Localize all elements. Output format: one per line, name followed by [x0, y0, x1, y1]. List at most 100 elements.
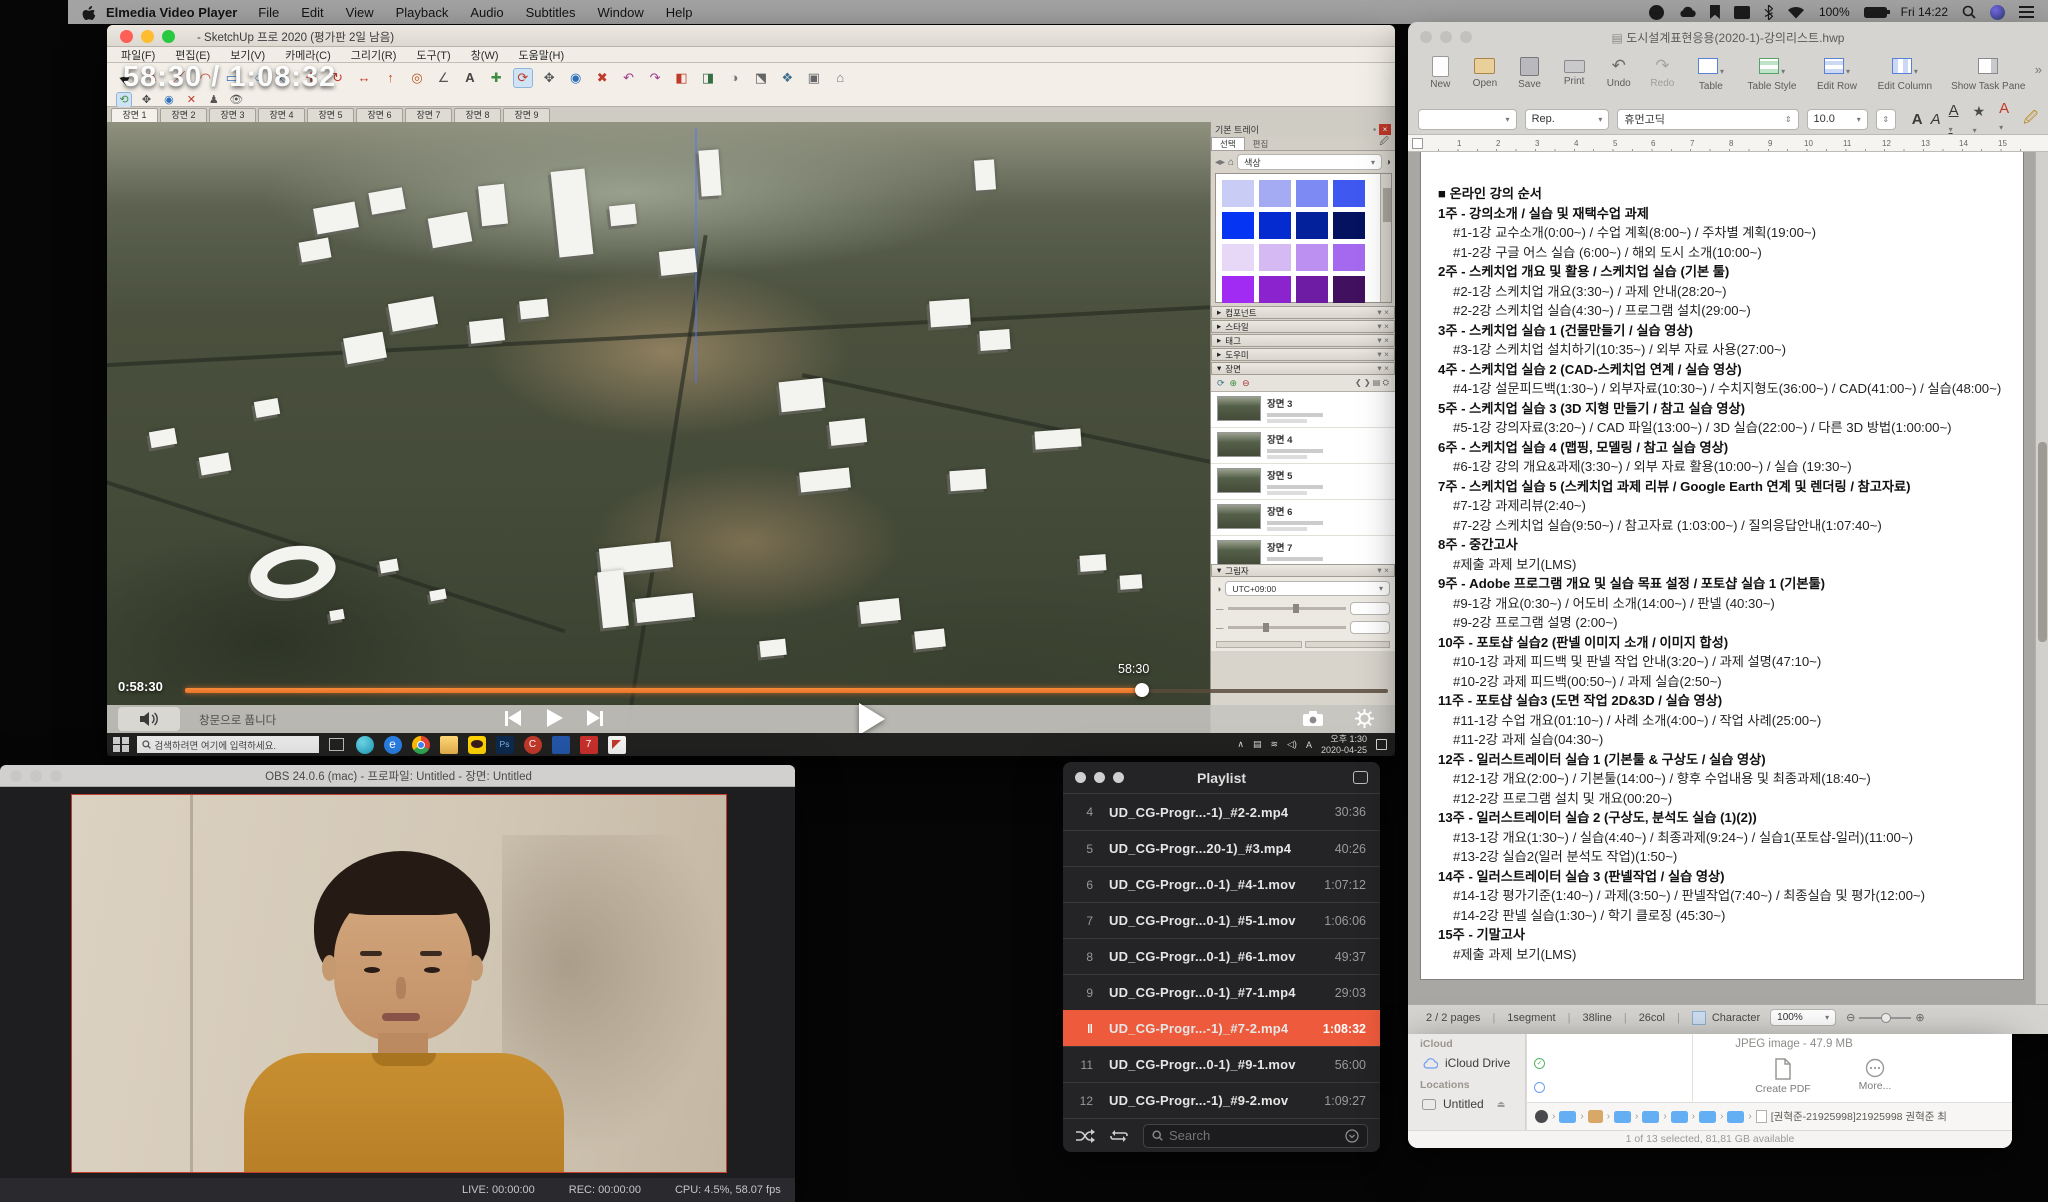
scene-tab-3[interactable]: 장면 3: [209, 108, 256, 122]
swatch[interactable]: [1259, 244, 1291, 271]
scene-tab-7[interactable]: 장면 7: [405, 108, 452, 122]
undo-button[interactable]: ↶Undo: [1596, 54, 1641, 89]
time-slider[interactable]: [1228, 607, 1347, 610]
prev-view-icon[interactable]: ↶: [619, 68, 639, 88]
playlist-item[interactable]: 12UD_CG-Progr...-1)_#9-2.mov1:09:27: [1063, 1082, 1380, 1118]
cloud-status-icon[interactable]: [1678, 6, 1696, 18]
scene-tab-8[interactable]: 장면 8: [454, 108, 501, 122]
tray-chevron-icon[interactable]: ∧: [1237, 739, 1244, 750]
notification-center-icon[interactable]: [2019, 6, 2034, 18]
swatch[interactable]: [1259, 276, 1291, 303]
swatch[interactable]: [1222, 276, 1254, 303]
table-button[interactable]: ▾Table: [1684, 54, 1738, 92]
swatch[interactable]: [1296, 212, 1328, 239]
orbit-tool-icon[interactable]: ⟳: [513, 68, 533, 88]
panel-instructor[interactable]: ▸도우미▾ ×: [1211, 348, 1395, 361]
scene-options-icons[interactable]: ❮ ❯ ▤ ⛭: [1355, 378, 1389, 388]
minimize-button[interactable]: [30, 770, 42, 782]
menu-audio[interactable]: Audio: [470, 5, 503, 20]
document-scrollbar[interactable]: [2035, 152, 2048, 1004]
menu-playback[interactable]: Playback: [396, 5, 449, 20]
swatch[interactable]: [1296, 276, 1328, 303]
menu-window[interactable]: Window: [597, 5, 643, 20]
tray-display-icon[interactable]: ▤: [1253, 739, 1262, 750]
shadow-toggle-icon[interactable]: ◑: [1216, 584, 1221, 594]
section-icon[interactable]: ⬔: [751, 68, 771, 88]
panel-shadows[interactable]: ▾그림자▾ ×: [1211, 564, 1395, 577]
scene-remove-icon[interactable]: ⊖: [1242, 378, 1250, 389]
red-app-icon[interactable]: 7: [580, 736, 598, 754]
tray-paint-icon[interactable]: ◑: [1385, 157, 1391, 168]
paint-tool-icon[interactable]: ◧: [672, 68, 692, 88]
scene-tab-4[interactable]: 장면 4: [258, 108, 305, 122]
font-size-combo[interactable]: 10.0▾: [1807, 109, 1868, 130]
swatch-scrollbar[interactable]: [1380, 174, 1391, 302]
keyboard-status-icon[interactable]: [1734, 6, 1750, 19]
scene-item[interactable]: 장면 3: [1211, 392, 1395, 428]
new-button[interactable]: New: [1418, 54, 1463, 90]
menu-view[interactable]: View: [346, 5, 374, 20]
size-stepper[interactable]: ⇕: [1876, 109, 1896, 130]
su-menu-tools[interactable]: 도구(T): [416, 47, 450, 63]
show-task-pane-button[interactable]: Show Task Pane: [1942, 54, 2035, 92]
obs-status-icon[interactable]: [1649, 5, 1664, 20]
wifi-icon[interactable]: [1787, 6, 1805, 19]
panel-tags[interactable]: ▸태그▾ ×: [1211, 334, 1395, 347]
kakaotalk-icon[interactable]: [468, 736, 486, 754]
sidebar-item-untitled[interactable]: Untitled ⏏: [1408, 1094, 1525, 1114]
playlist-item-playing[interactable]: ‖UD_CG-Progr...-1)_#7-2.mp41:08:32: [1063, 1010, 1380, 1046]
ie-icon[interactable]: e: [384, 736, 402, 754]
print-button[interactable]: Print: [1552, 54, 1597, 87]
scene-tab-6[interactable]: 장면 6: [356, 108, 403, 122]
utc-dropdown[interactable]: UTC+09:00▾: [1225, 581, 1390, 596]
toolbar-overflow[interactable]: »: [2035, 54, 2042, 77]
seek-handle[interactable]: [1135, 683, 1149, 697]
table-style-button[interactable]: ▾Table Style: [1738, 54, 1806, 92]
sketchup-app-icon[interactable]: [608, 736, 626, 754]
swatch[interactable]: [1259, 212, 1291, 239]
tray-tab-select[interactable]: 선택: [1211, 137, 1245, 150]
document-page[interactable]: ■ 온라인 강의 순서 1주 - 강의소개 / 실습 및 재택수업 과제 #1-…: [1420, 152, 2024, 980]
apple-icon[interactable]: [82, 4, 96, 20]
su-menu-help[interactable]: 도움말(H): [519, 47, 565, 63]
highlight-button[interactable]: 🖉: [2023, 107, 2038, 131]
next-view-icon[interactable]: ↷: [645, 68, 665, 88]
tray-ime-icon[interactable]: A: [1306, 740, 1312, 750]
material-dropdown[interactable]: 색상▾: [1237, 154, 1382, 170]
swatch[interactable]: [1222, 212, 1254, 239]
menubar-clock[interactable]: Fri 14:22: [1901, 5, 1948, 19]
sketchup-3d-viewport[interactable]: [107, 122, 1210, 733]
scene-item[interactable]: 장면 5: [1211, 464, 1395, 500]
zoom-extents-icon[interactable]: ✖: [592, 68, 612, 88]
edit-column-button[interactable]: ▾Edit Column: [1868, 54, 1942, 92]
panel-styles[interactable]: ▸스타일▾ ×: [1211, 320, 1395, 333]
play-button[interactable]: [547, 709, 563, 727]
outline-style-combo[interactable]: ▾: [1418, 109, 1517, 130]
webcam-preview[interactable]: [72, 795, 726, 1172]
tray-tab-edit[interactable]: 편집: [1245, 138, 1277, 150]
zoom-button[interactable]: [50, 770, 62, 782]
zoom-in-icon[interactable]: ⊕: [1915, 1011, 1924, 1024]
folder-icon[interactable]: [1699, 1111, 1716, 1123]
swatch[interactable]: [1333, 276, 1365, 303]
shadows-icon[interactable]: ◑: [724, 67, 744, 87]
text-effect-button[interactable]: ★ ▾: [1973, 103, 1992, 136]
components-icon[interactable]: ⌂: [830, 67, 850, 87]
italic-button[interactable]: A: [1931, 111, 1941, 128]
underline-button[interactable]: A ▾: [1949, 102, 1965, 136]
swatch[interactable]: [1296, 244, 1328, 271]
swatch[interactable]: [1222, 180, 1254, 207]
scale-tool-icon[interactable]: ↔: [354, 67, 374, 87]
save-button[interactable]: Save: [1507, 54, 1552, 90]
extension-icon[interactable]: ❖: [777, 68, 797, 88]
date-slider[interactable]: [1228, 626, 1347, 629]
scene-tab-9[interactable]: 장면 9: [503, 108, 550, 122]
offset-tool-icon[interactable]: ◎: [407, 68, 427, 88]
siri-icon[interactable]: [1990, 5, 2005, 20]
font-name-combo[interactable]: 휴먼고딕⇕: [1617, 109, 1798, 130]
blue-app-icon[interactable]: [552, 736, 570, 754]
playlist-search-field[interactable]: [1143, 1124, 1368, 1148]
menu-help[interactable]: Help: [666, 5, 693, 20]
menu-edit[interactable]: Edit: [301, 5, 323, 20]
menu-subtitles[interactable]: Subtitles: [526, 5, 576, 20]
